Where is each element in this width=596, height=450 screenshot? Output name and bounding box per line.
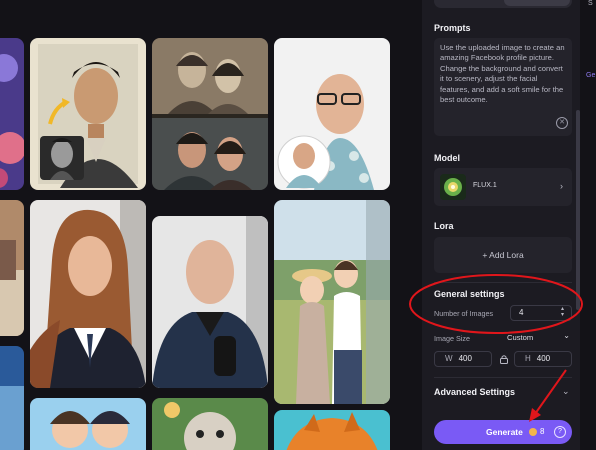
generate-cost: 8 [540,427,545,436]
chevron-down-icon: ⌄ [563,331,570,340]
right-edge-text-top: S [588,0,593,7]
gallery-image-businesswoman[interactable] [30,200,146,388]
model-title: Model [434,153,460,163]
image-size-value: Custom [507,333,534,342]
gallery-image-fantasy[interactable] [0,38,24,190]
generate-label: Generate [486,427,523,437]
general-settings-title: General settings [434,289,505,299]
help-icon[interactable]: ? [554,426,566,438]
add-lora-button[interactable]: + Add Lora [434,237,572,273]
prompts-title: Prompts [434,23,471,33]
width-value: 400 [458,354,472,363]
image-size-select[interactable]: Custom ⌄ [500,331,572,345]
gallery-image-cartoon-animal[interactable] [152,398,268,450]
gallery-image-anime-couple[interactable] [30,398,146,450]
advanced-settings-title[interactable]: Advanced Settings [434,387,515,397]
model-name: FLUX.1 [473,182,497,189]
stepper-icon[interactable]: ▴ ▾ [561,306,564,318]
clear-icon[interactable]: ✕ [556,117,568,129]
lock-icon[interactable] [499,354,509,364]
divider [434,377,572,378]
chevron-right-icon: › [560,181,563,191]
height-label: H [525,354,531,363]
mode-toggle[interactable] [434,0,572,8]
gallery-image-blue[interactable] [0,346,24,450]
right-edge-strip [580,0,596,450]
image-size-label: Image Size [434,334,470,343]
width-label: W [445,354,453,363]
gallery-image-man-glasses[interactable] [274,38,390,190]
prompt-input[interactable]: Use the uploaded image to create an amaz… [434,38,572,136]
height-input[interactable]: H 400 [514,351,572,367]
lora-title: Lora [434,221,454,231]
model-thumbnail [440,174,466,200]
generate-button[interactable]: Generate 8 ? [434,420,572,444]
gallery-image-bald-man[interactable] [152,216,268,388]
gallery-image-street[interactable] [0,200,24,336]
coin-icon [529,428,537,436]
gallery-image-restored-man[interactable] [30,38,146,190]
right-edge-text-mid: Ge [586,72,596,79]
gallery-image-orange-creature[interactable] [274,410,390,450]
number-of-images-label: Number of Images [434,309,494,318]
width-input[interactable]: W 400 [434,351,492,367]
example-gallery [0,0,414,450]
gallery-image-old-couple[interactable] [152,38,268,190]
gallery-image-anime-farm-couple[interactable] [274,200,390,404]
divider [434,282,572,283]
height-value: 400 [536,354,551,363]
chevron-down-icon[interactable]: ⌄ [562,386,570,397]
